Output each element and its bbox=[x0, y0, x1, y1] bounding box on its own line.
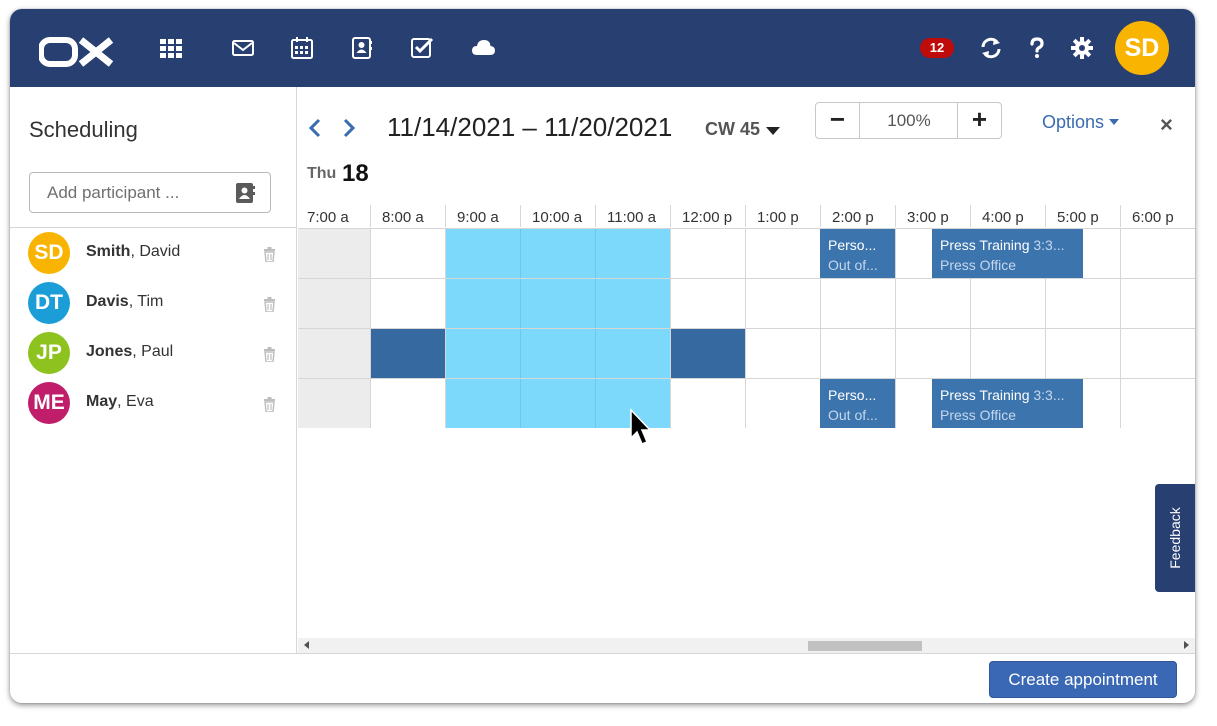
participant-row[interactable]: SD Smith, David bbox=[10, 228, 297, 278]
mouse-pointer-icon bbox=[628, 408, 654, 452]
mail-icon[interactable] bbox=[230, 35, 256, 61]
participant-row[interactable]: DT Davis, Tim bbox=[10, 278, 297, 328]
calendar-week-dropdown[interactable]: CW 45 bbox=[705, 119, 760, 140]
hour-label: 8:00 a bbox=[382, 209, 424, 226]
top-navigation-bar: 12 SD bbox=[10, 9, 1195, 87]
help-icon[interactable] bbox=[1024, 35, 1050, 61]
hour-label: 3:00 p bbox=[907, 209, 949, 226]
scrollbar-thumb[interactable] bbox=[808, 641, 922, 651]
ox-logo[interactable] bbox=[38, 37, 115, 67]
notification-badge[interactable]: 12 bbox=[920, 38, 954, 58]
participant-name: Davis, Tim bbox=[86, 293, 164, 310]
grid-line bbox=[298, 278, 1195, 279]
hour-label: 10:00 a bbox=[532, 209, 583, 226]
hour-tick bbox=[970, 205, 971, 227]
scroll-right-arrow-icon[interactable] bbox=[1184, 641, 1189, 649]
zoom-in-button[interactable]: + bbox=[957, 103, 1001, 138]
create-appointment-button[interactable]: Create appointment bbox=[989, 661, 1177, 698]
hour-label: 6:00 p bbox=[1132, 209, 1174, 226]
hour-tick bbox=[445, 205, 446, 227]
options-dropdown[interactable]: Options bbox=[1042, 112, 1120, 133]
previous-week-chevron-left-icon[interactable] bbox=[307, 117, 323, 139]
calendar-icon[interactable] bbox=[289, 35, 315, 61]
feedback-label: Feedback bbox=[1167, 507, 1183, 569]
day-number: 18 bbox=[342, 160, 369, 187]
appointment-subtitle: Press Office bbox=[940, 257, 1016, 273]
drive-cloud-icon[interactable] bbox=[470, 35, 496, 61]
zoom-level: 100% bbox=[887, 111, 931, 130]
appointment-title: Perso... bbox=[828, 387, 877, 403]
zoom-out-button[interactable]: − bbox=[816, 103, 860, 138]
scheduling-window: 12 SD Scheduling SD Smith, David DT bbox=[10, 9, 1195, 703]
hour-label: 4:00 p bbox=[982, 209, 1024, 226]
add-participant-input[interactable] bbox=[31, 174, 226, 211]
grid-line bbox=[298, 328, 1195, 329]
feedback-tab[interactable]: Feedback bbox=[1155, 484, 1195, 592]
avatar: DT bbox=[28, 282, 70, 324]
hour-label: 11:00 a bbox=[607, 209, 656, 226]
apps-grid-icon[interactable] bbox=[158, 35, 184, 61]
hour-label: 12:00 p bbox=[682, 209, 733, 226]
hour-tick bbox=[820, 205, 821, 227]
hour-tick bbox=[1120, 205, 1121, 227]
settings-gear-icon[interactable] bbox=[1069, 35, 1095, 61]
hour-label: 1:00 p bbox=[757, 209, 799, 226]
appointment-subtitle: Out of... bbox=[828, 407, 878, 423]
next-week-chevron-right-icon[interactable] bbox=[341, 117, 357, 139]
participant-row[interactable]: ME May, Eva bbox=[10, 378, 297, 428]
hour-tick bbox=[670, 205, 671, 227]
hour-label: 5:00 p bbox=[1057, 209, 1099, 226]
participant-name: Jones, Paul bbox=[86, 343, 174, 360]
hour-tick bbox=[1045, 205, 1046, 227]
hour-tick bbox=[370, 205, 371, 227]
hour-tick bbox=[595, 205, 596, 227]
appointment-title-line: Press Training 3:3... bbox=[940, 237, 1065, 253]
appointment-block[interactable]: Press Training 3:3... Press Office bbox=[932, 379, 1083, 428]
tasks-icon[interactable] bbox=[409, 35, 435, 61]
appointment-title: Perso... bbox=[828, 237, 877, 253]
hour-label: 9:00 a bbox=[457, 209, 499, 226]
page-title: Scheduling bbox=[29, 117, 138, 142]
caret-down-icon bbox=[1109, 119, 1120, 125]
address-book-picker-icon[interactable] bbox=[234, 182, 256, 204]
scroll-left-arrow-icon[interactable] bbox=[304, 641, 309, 649]
appointment-block[interactable]: Perso... Out of... bbox=[820, 229, 895, 278]
hour-tick bbox=[520, 205, 521, 227]
user-avatar[interactable]: SD bbox=[1115, 21, 1169, 75]
avatar: ME bbox=[28, 382, 70, 424]
avatar: SD bbox=[28, 232, 70, 274]
appointment-block[interactable]: Perso... Out of... bbox=[820, 379, 895, 428]
participant-name: May, Eva bbox=[86, 393, 154, 410]
avatar: JP bbox=[28, 332, 70, 374]
busy-block bbox=[370, 328, 445, 378]
caret-down-icon[interactable] bbox=[766, 123, 780, 135]
hour-label: 7:00 a bbox=[307, 209, 349, 226]
address-book-icon[interactable] bbox=[349, 35, 375, 61]
add-participant-field[interactable] bbox=[29, 172, 271, 213]
zoom-control: − 100% + bbox=[815, 102, 1002, 139]
appointment-subtitle: Press Office bbox=[940, 407, 1016, 423]
appointment-title-line: Press Training 3:3... bbox=[940, 387, 1065, 403]
remove-participant-trash-icon[interactable] bbox=[263, 297, 276, 313]
remove-participant-trash-icon[interactable] bbox=[263, 347, 276, 363]
timeline-grid[interactable]: Thu 18 7:00 a 8:00 a 9:00 a 10:00 a 11:0… bbox=[298, 157, 1195, 640]
appointment-block[interactable]: Press Training 3:3... Press Office bbox=[932, 229, 1083, 278]
appointment-subtitle: Out of... bbox=[828, 257, 878, 273]
participant-name: Smith, David bbox=[86, 243, 181, 260]
refresh-icon[interactable] bbox=[978, 35, 1004, 61]
close-button[interactable]: × bbox=[1160, 114, 1173, 136]
hour-tick bbox=[745, 205, 746, 227]
participants-pane: Scheduling SD Smith, David DT Davis, Tim… bbox=[10, 87, 297, 653]
day-name: Thu bbox=[307, 165, 337, 182]
hour-tick bbox=[895, 205, 896, 227]
date-range-title: 11/14/2021 – 11/20/2021 bbox=[387, 112, 673, 142]
dialog-footer: Create appointment bbox=[10, 653, 1195, 703]
busy-block bbox=[670, 328, 745, 378]
horizontal-scrollbar[interactable] bbox=[298, 638, 1195, 653]
hour-label: 2:00 p bbox=[832, 209, 874, 226]
remove-participant-trash-icon[interactable] bbox=[263, 247, 276, 263]
remove-participant-trash-icon[interactable] bbox=[263, 397, 276, 413]
participant-row[interactable]: JP Jones, Paul bbox=[10, 328, 297, 378]
